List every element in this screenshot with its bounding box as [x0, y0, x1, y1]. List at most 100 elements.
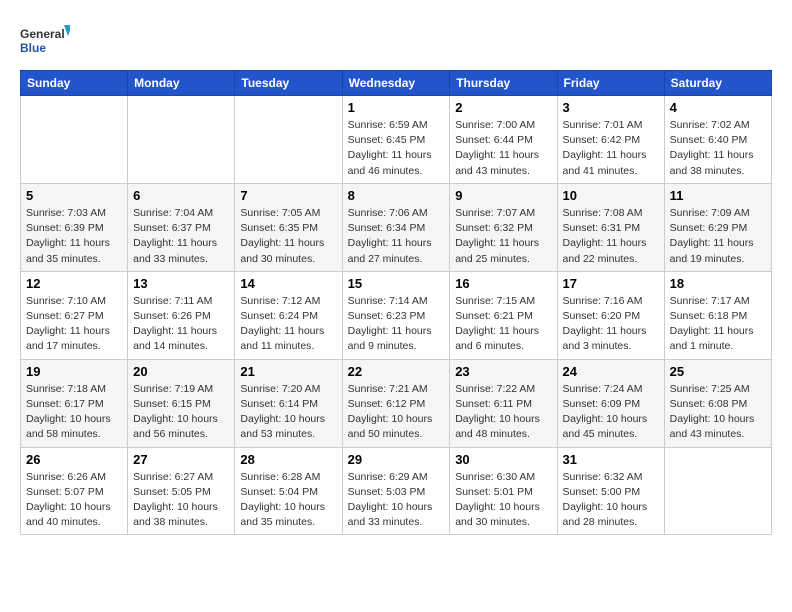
calendar-cell: 23Sunrise: 7:22 AM Sunset: 6:11 PM Dayli… — [450, 359, 557, 447]
calendar-cell: 16 Sunrise: 7:15 AM Sunset: 6:21 PM Dayli… — [450, 271, 557, 359]
calendar-cell: 19 Sunrise: 7:18 AM Sunset: 6:17 PM Dayli… — [21, 359, 128, 447]
calendar-cell: 1 Sunrise: 6:59 AM Sunset: 6:45 PM Daylig… — [342, 96, 450, 184]
calendar-cell: 3 Sunrise: 7:01 AM Sunset: 6:42 PM Daylig… — [557, 96, 664, 184]
day-number: 28 — [240, 452, 336, 467]
calendar-cell: 20 Sunrise: 7:19 AM Sunset: 6:15 PM Dayli… — [128, 359, 235, 447]
calendar-cell: 22 Sunrise: 7:21 AM Sunset: 6:12 PM Dayli… — [342, 359, 450, 447]
day-number: 22 — [348, 364, 445, 379]
calendar-week-row: 1 Sunrise: 6:59 AM Sunset: 6:45 PM Daylig… — [21, 96, 772, 184]
calendar-cell: 9 Sunrise: 7:07 AM Sunset: 6:32 PM Daylig… — [450, 183, 557, 271]
calendar-cell: 30Sunrise: 6:30 AM Sunset: 5:01 PM Dayli… — [450, 447, 557, 535]
day-header-sunday: Sunday — [21, 71, 128, 96]
day-info: Sunrise: 7:17 AM Sunset: 6:18 PM Dayligh… — [670, 294, 766, 355]
day-info: Sunrise: 6:27 AM Sunset: 5:05 PM Dayligh… — [133, 470, 229, 531]
calendar-cell: 14Sunrise: 7:12 AM Sunset: 6:24 PM Dayli… — [235, 271, 342, 359]
day-header-friday: Friday — [557, 71, 664, 96]
calendar-cell: 26 Sunrise: 6:26 AM Sunset: 5:07 PM Dayli… — [21, 447, 128, 535]
calendar-cell: 15Sunrise: 7:14 AM Sunset: 6:23 PM Dayli… — [342, 271, 450, 359]
svg-text:Blue: Blue — [20, 41, 46, 55]
day-number: 30 — [455, 452, 551, 467]
day-info: Sunrise: 7:15 AM Sunset: 6:21 PM Dayligh… — [455, 294, 551, 355]
calendar-cell: 25 Sunrise: 7:25 AM Sunset: 6:08 PM Dayli… — [664, 359, 771, 447]
calendar-cell: 10Sunrise: 7:08 AM Sunset: 6:31 PM Dayli… — [557, 183, 664, 271]
day-header-tuesday: Tuesday — [235, 71, 342, 96]
logo: General Blue — [20, 20, 70, 60]
day-info: Sunrise: 6:59 AM Sunset: 6:45 PM Dayligh… — [348, 118, 445, 179]
calendar-table: SundayMondayTuesdayWednesdayThursdayFrid… — [20, 70, 772, 535]
calendar-cell — [128, 96, 235, 184]
day-info: Sunrise: 7:06 AM Sunset: 6:34 PM Dayligh… — [348, 206, 445, 267]
day-number: 13 — [133, 276, 229, 291]
calendar-cell: 28 Sunrise: 6:28 AM Sunset: 5:04 PM Dayli… — [235, 447, 342, 535]
page-header: General Blue — [20, 20, 772, 60]
day-number: 3 — [563, 100, 659, 115]
calendar-week-row: 5 Sunrise: 7:03 AM Sunset: 6:39 PM Daylig… — [21, 183, 772, 271]
day-number: 15 — [348, 276, 445, 291]
day-info: Sunrise: 7:02 AM Sunset: 6:40 PM Dayligh… — [670, 118, 766, 179]
day-number: 23 — [455, 364, 551, 379]
calendar-week-row: 12Sunrise: 7:10 AM Sunset: 6:27 PM Dayli… — [21, 271, 772, 359]
day-number: 31 — [563, 452, 659, 467]
day-number: 5 — [26, 188, 122, 203]
calendar-cell: 18 Sunrise: 7:17 AM Sunset: 6:18 PM Dayli… — [664, 271, 771, 359]
calendar-cell — [235, 96, 342, 184]
day-info: Sunrise: 7:16 AM Sunset: 6:20 PM Dayligh… — [563, 294, 659, 355]
day-info: Sunrise: 7:20 AM Sunset: 6:14 PM Dayligh… — [240, 382, 336, 443]
day-number: 10 — [563, 188, 659, 203]
day-info: Sunrise: 7:11 AM Sunset: 6:26 PM Dayligh… — [133, 294, 229, 355]
day-number: 11 — [670, 188, 766, 203]
calendar-cell: 27 Sunrise: 6:27 AM Sunset: 5:05 PM Dayli… — [128, 447, 235, 535]
calendar-cell: 6Sunrise: 7:04 AM Sunset: 6:37 PM Daylig… — [128, 183, 235, 271]
day-number: 7 — [240, 188, 336, 203]
day-header-thursday: Thursday — [450, 71, 557, 96]
day-number: 27 — [133, 452, 229, 467]
calendar-cell: 11 Sunrise: 7:09 AM Sunset: 6:29 PM Dayli… — [664, 183, 771, 271]
day-number: 20 — [133, 364, 229, 379]
day-number: 12 — [26, 276, 122, 291]
day-number: 1 — [348, 100, 445, 115]
day-info: Sunrise: 7:18 AM Sunset: 6:17 PM Dayligh… — [26, 382, 122, 443]
day-number: 8 — [348, 188, 445, 203]
svg-text:General: General — [20, 27, 65, 41]
day-number: 17 — [563, 276, 659, 291]
calendar-cell — [664, 447, 771, 535]
day-info: Sunrise: 7:00 AM Sunset: 6:44 PM Dayligh… — [455, 118, 551, 179]
day-number: 4 — [670, 100, 766, 115]
day-number: 9 — [455, 188, 551, 203]
day-info: Sunrise: 7:03 AM Sunset: 6:39 PM Dayligh… — [26, 206, 122, 267]
day-info: Sunrise: 7:25 AM Sunset: 6:08 PM Dayligh… — [670, 382, 766, 443]
calendar-cell: 17 Sunrise: 7:16 AM Sunset: 6:20 PM Dayli… — [557, 271, 664, 359]
day-number: 25 — [670, 364, 766, 379]
calendar-cell: 24Sunrise: 7:24 AM Sunset: 6:09 PM Dayli… — [557, 359, 664, 447]
calendar-header-row: SundayMondayTuesdayWednesdayThursdayFrid… — [21, 71, 772, 96]
calendar-cell: 4 Sunrise: 7:02 AM Sunset: 6:40 PM Daylig… — [664, 96, 771, 184]
day-info: Sunrise: 7:12 AM Sunset: 6:24 PM Dayligh… — [240, 294, 336, 355]
day-info: Sunrise: 6:26 AM Sunset: 5:07 PM Dayligh… — [26, 470, 122, 531]
calendar-cell: 8 Sunrise: 7:06 AM Sunset: 6:34 PM Daylig… — [342, 183, 450, 271]
day-info: Sunrise: 7:09 AM Sunset: 6:29 PM Dayligh… — [670, 206, 766, 267]
day-info: Sunrise: 7:24 AM Sunset: 6:09 PM Dayligh… — [563, 382, 659, 443]
day-info: Sunrise: 6:32 AM Sunset: 5:00 PM Dayligh… — [563, 470, 659, 531]
day-header-wednesday: Wednesday — [342, 71, 450, 96]
day-info: Sunrise: 7:21 AM Sunset: 6:12 PM Dayligh… — [348, 382, 445, 443]
logo-svg: General Blue — [20, 20, 70, 60]
calendar-cell: 7Sunrise: 7:05 AM Sunset: 6:35 PM Daylig… — [235, 183, 342, 271]
day-number: 21 — [240, 364, 336, 379]
day-info: Sunrise: 7:04 AM Sunset: 6:37 PM Dayligh… — [133, 206, 229, 267]
calendar-cell: 2 Sunrise: 7:00 AM Sunset: 6:44 PM Daylig… — [450, 96, 557, 184]
day-header-monday: Monday — [128, 71, 235, 96]
calendar-cell: 31 Sunrise: 6:32 AM Sunset: 5:00 PM Dayli… — [557, 447, 664, 535]
day-info: Sunrise: 7:19 AM Sunset: 6:15 PM Dayligh… — [133, 382, 229, 443]
day-info: Sunrise: 7:01 AM Sunset: 6:42 PM Dayligh… — [563, 118, 659, 179]
day-number: 16 — [455, 276, 551, 291]
day-number: 18 — [670, 276, 766, 291]
day-info: Sunrise: 7:07 AM Sunset: 6:32 PM Dayligh… — [455, 206, 551, 267]
day-number: 26 — [26, 452, 122, 467]
day-number: 2 — [455, 100, 551, 115]
calendar-cell: 12Sunrise: 7:10 AM Sunset: 6:27 PM Dayli… — [21, 271, 128, 359]
day-number: 19 — [26, 364, 122, 379]
calendar-cell: 21 Sunrise: 7:20 AM Sunset: 6:14 PM Dayli… — [235, 359, 342, 447]
calendar-cell — [21, 96, 128, 184]
day-info: Sunrise: 6:28 AM Sunset: 5:04 PM Dayligh… — [240, 470, 336, 531]
day-header-saturday: Saturday — [664, 71, 771, 96]
